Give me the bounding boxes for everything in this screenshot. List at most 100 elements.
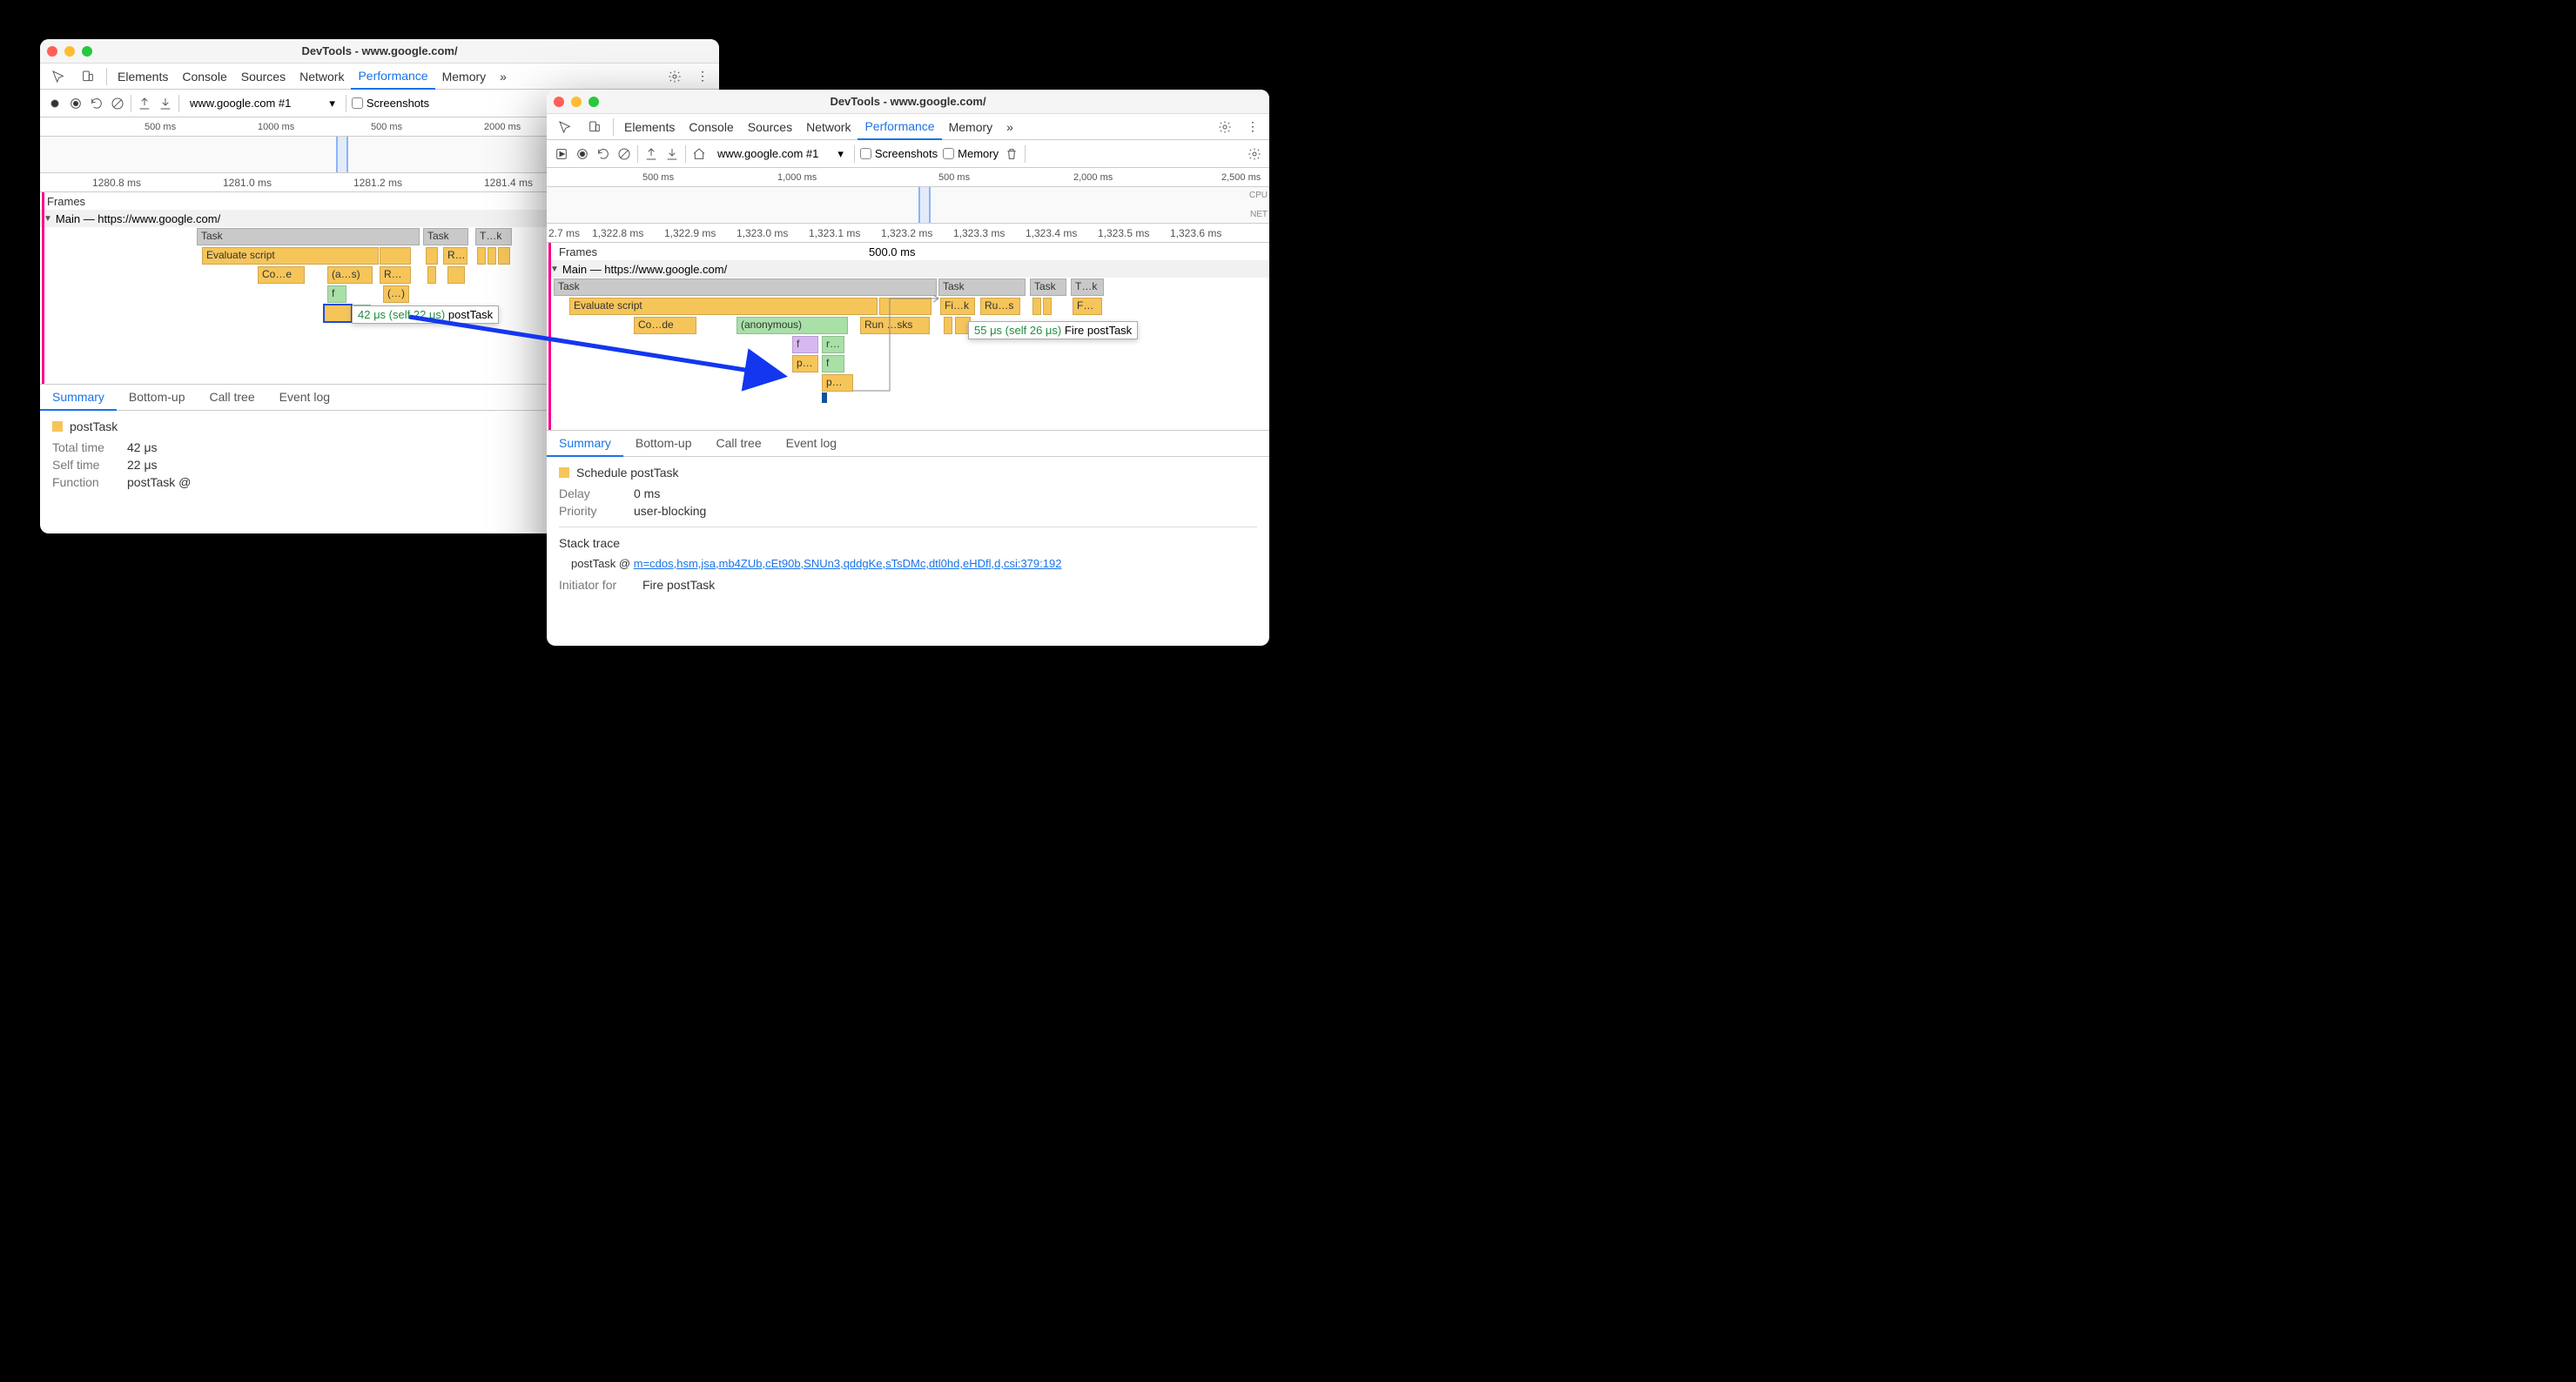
tab-memory[interactable]: Memory	[435, 64, 494, 89]
flame-bar[interactable]	[498, 247, 510, 265]
download-icon[interactable]	[158, 96, 173, 111]
run-microtasks-bar[interactable]: Run …sks	[860, 317, 930, 334]
clear-icon[interactable]	[110, 96, 125, 111]
schedule-posttask-bar[interactable]: p…	[822, 374, 853, 392]
settings-icon[interactable]	[660, 64, 689, 89]
flame-bar[interactable]: f	[822, 355, 844, 372]
evaluate-script-bar[interactable]: Evaluate script	[202, 247, 379, 265]
zoom-icon[interactable]	[82, 46, 92, 57]
flame-chart[interactable]: Frames500.0 ms ▼Main — https://www.googl…	[547, 243, 1269, 430]
more-tabs-icon[interactable]: »	[999, 114, 1020, 139]
flame-bar[interactable]	[1032, 298, 1041, 315]
task-bar[interactable]: T…k	[1071, 278, 1104, 296]
tab-summary[interactable]: Summary	[547, 431, 623, 457]
posttask-bar-selected[interactable]	[324, 305, 352, 322]
main-track-header[interactable]: ▼Main — https://www.google.com/	[547, 260, 1269, 278]
download-icon[interactable]	[664, 146, 680, 162]
tab-sources[interactable]: Sources	[741, 114, 799, 139]
tab-event-log[interactable]: Event log	[267, 385, 342, 410]
tab-network[interactable]: Network	[293, 64, 351, 89]
tab-elements[interactable]: Elements	[617, 114, 682, 139]
tab-call-tree[interactable]: Call tree	[704, 431, 774, 456]
task-bar[interactable]: Task	[554, 278, 937, 296]
close-icon[interactable]	[554, 97, 564, 107]
record-dot-icon[interactable]	[575, 146, 590, 162]
flame-bar[interactable]	[427, 266, 436, 284]
task-bar[interactable]: Task	[423, 228, 468, 245]
stack-frame-link[interactable]: m=cdos,hsm,jsa,mb4ZUb,cEt90b,SNUn3,qddgK…	[634, 557, 1062, 570]
minimize-icon[interactable]	[571, 97, 582, 107]
flame-bar[interactable]	[380, 247, 411, 265]
kebab-menu-icon[interactable]: ⋮	[689, 64, 716, 89]
flame-bar[interactable]: F…k	[1073, 298, 1102, 315]
inspect-element-icon[interactable]	[44, 64, 73, 89]
flame-bar[interactable]: (…)	[383, 285, 409, 303]
task-bar[interactable]: T…k	[475, 228, 512, 245]
home-icon[interactable]	[691, 146, 707, 162]
recording-selector[interactable]: www.google.com #1▾	[185, 95, 340, 112]
flame-bar[interactable]	[447, 266, 465, 284]
tab-bottom-up[interactable]: Bottom-up	[117, 385, 198, 410]
clear-icon[interactable]	[616, 146, 632, 162]
collect-garbage-icon[interactable]	[1004, 146, 1019, 162]
flame-bar[interactable]	[944, 317, 952, 334]
settings-icon[interactable]	[1210, 114, 1240, 139]
memory-checkbox[interactable]: Memory	[943, 147, 999, 160]
fire-posttask-bar[interactable]: Fi…k	[940, 298, 975, 315]
selected-marker[interactable]	[822, 392, 827, 403]
flame-bar[interactable]: Co…e	[258, 266, 305, 284]
posttask-p-bar[interactable]: p…	[792, 355, 818, 372]
flame-bar[interactable]: R…	[443, 247, 467, 265]
flame-bar[interactable]: f	[792, 336, 818, 353]
flame-bar[interactable]	[426, 247, 438, 265]
zoom-icon[interactable]	[589, 97, 599, 107]
flame-bar[interactable]	[1043, 298, 1052, 315]
task-bar[interactable]: Task	[1030, 278, 1066, 296]
tab-sources[interactable]: Sources	[234, 64, 293, 89]
device-toggle-icon[interactable]	[73, 64, 103, 89]
minimize-icon[interactable]	[64, 46, 75, 57]
task-bar[interactable]: Task	[938, 278, 1026, 296]
record-icon[interactable]	[554, 146, 569, 162]
traffic-lights[interactable]	[47, 46, 92, 57]
inspect-element-icon[interactable]	[550, 114, 580, 139]
tab-elements[interactable]: Elements	[111, 64, 175, 89]
flame-bar[interactable]	[488, 247, 496, 265]
flame-bar[interactable]: r…	[822, 336, 844, 353]
upload-icon[interactable]	[137, 96, 152, 111]
flame-bar[interactable]: Co…de	[634, 317, 696, 334]
flame-bar[interactable]: R…s	[380, 266, 411, 284]
flame-bar[interactable]	[879, 298, 932, 315]
flame-bar[interactable]	[477, 247, 486, 265]
reload-icon[interactable]	[89, 96, 104, 111]
reload-icon[interactable]	[595, 146, 611, 162]
tab-bottom-up[interactable]: Bottom-up	[623, 431, 704, 456]
tab-console[interactable]: Console	[175, 64, 233, 89]
record-icon[interactable]	[47, 96, 63, 111]
flame-bar[interactable]: f	[327, 285, 346, 303]
tab-call-tree[interactable]: Call tree	[198, 385, 267, 410]
traffic-lights[interactable]	[554, 97, 599, 107]
close-icon[interactable]	[47, 46, 57, 57]
tab-performance[interactable]: Performance	[351, 64, 434, 90]
record-dot-icon[interactable]	[68, 96, 84, 111]
settings-icon[interactable]	[1247, 146, 1262, 162]
tab-performance[interactable]: Performance	[858, 115, 941, 140]
screenshots-checkbox[interactable]: Screenshots	[860, 147, 938, 160]
kebab-menu-icon[interactable]: ⋮	[1240, 114, 1266, 139]
upload-icon[interactable]	[643, 146, 659, 162]
tab-network[interactable]: Network	[799, 114, 858, 139]
overview-selection[interactable]	[918, 187, 931, 223]
tab-memory[interactable]: Memory	[942, 114, 1000, 139]
overview-strip[interactable]: CPU NET	[547, 187, 1269, 224]
tab-summary[interactable]: Summary	[40, 385, 117, 411]
device-toggle-icon[interactable]	[580, 114, 609, 139]
more-tabs-icon[interactable]: »	[493, 64, 514, 89]
screenshots-checkbox[interactable]: Screenshots	[352, 97, 429, 110]
anonymous-bar[interactable]: (anonymous)	[736, 317, 848, 334]
task-bar[interactable]: Task	[197, 228, 420, 245]
recording-selector[interactable]: www.google.com #1▾	[712, 145, 849, 163]
evaluate-script-bar[interactable]: Evaluate script	[569, 298, 878, 315]
tab-console[interactable]: Console	[682, 114, 740, 139]
overview-selection[interactable]	[336, 137, 348, 172]
